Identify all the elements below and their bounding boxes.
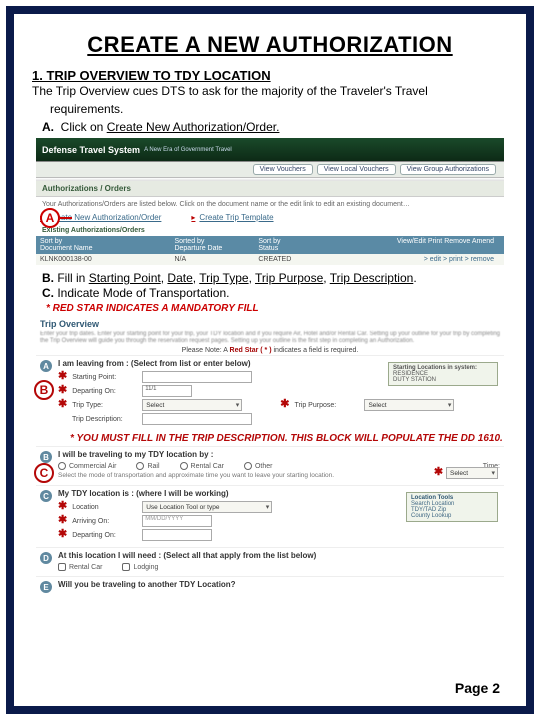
traveling-by-heading: I will be traveling to my TDY location b… — [58, 450, 500, 459]
departing-on-input[interactable]: 11/1 — [142, 385, 192, 397]
nav-local-vouchers[interactable]: View Local Vouchers — [317, 164, 396, 175]
starting-locations-box: Starting Locations in system: RESIDENCE … — [388, 362, 498, 386]
screenshot-trip-overview: Trip Overview Enter your trip dates. Ent… — [36, 317, 504, 596]
location-tools-box: Location Tools Search Location TDY/TAD Z… — [406, 492, 498, 522]
trip-desc-input[interactable] — [142, 413, 252, 425]
trip-desc-warning: * YOU MUST FILL IN THE TRIP DESCRIPTION.… — [70, 433, 504, 444]
existing-auth-label: Existing Authorizations/Orders — [36, 225, 504, 236]
star-icon: ✱ — [434, 466, 443, 478]
screenshot-dts-orders: Defense Travel System A New Era of Gover… — [36, 138, 504, 265]
auth-panel-desc: Your Authorizations/Orders are listed be… — [36, 197, 504, 210]
section-heading: 1. TRIP OVERVIEW TO TDY LOCATION — [32, 68, 508, 83]
departing-on-label: Departing On: — [72, 388, 138, 395]
trip-purpose-select[interactable]: Select — [364, 399, 454, 411]
step-chip-e: E — [40, 581, 52, 593]
location-label: Location — [72, 504, 138, 511]
nav-group-auth[interactable]: View Group Authorizations — [400, 164, 496, 175]
location-input[interactable]: Use Location Tool or type — [142, 501, 272, 513]
need-rental-car[interactable]: Rental Car — [58, 563, 102, 571]
mode-other[interactable]: Other — [244, 462, 273, 470]
step-b: B. Fill in Starting Point, Date, Trip Ty… — [32, 271, 508, 285]
trip-purpose-label: Trip Purpose: — [294, 402, 360, 409]
trip-type-select[interactable]: Select — [142, 399, 242, 411]
star-icon: ✱ — [58, 518, 67, 524]
arriving-on-label: Arriving On: — [72, 518, 138, 525]
star-icon: ✱ — [58, 402, 67, 408]
star-icon: ✱ — [58, 504, 67, 510]
another-tdy-heading: Will you be traveling to another TDY Loc… — [58, 580, 500, 589]
callout-a: A — [40, 208, 60, 228]
starting-point-input[interactable] — [142, 371, 252, 383]
page-number: Page 2 — [455, 680, 500, 696]
departing-on-label-2: Departing On: — [72, 532, 138, 539]
starting-point-label: Starting Point: — [72, 374, 138, 381]
auth-panel-title: Authorizations / Orders — [36, 181, 504, 197]
departing-on-input-2[interactable] — [142, 529, 212, 541]
star-icon: ✱ — [280, 402, 289, 408]
mode-air[interactable]: Commercial Air — [58, 462, 116, 470]
step-chip-c: C — [40, 490, 52, 502]
callout-b: B — [34, 380, 54, 400]
mode-rail[interactable]: Rail — [136, 462, 159, 470]
page-title: CREATE A NEW AUTHORIZATION — [32, 32, 508, 58]
step-c: C. Indicate Mode of Transportation. — [32, 286, 508, 300]
star-icon: ✱ — [58, 532, 67, 538]
trip-overview-title: Trip Overview — [36, 317, 504, 331]
auth-table-header: Sort byDocument Name Sorted byDeparture … — [36, 236, 504, 254]
table-row[interactable]: KLNK000138-00 N/A CREATED > edit > print… — [36, 254, 504, 265]
trip-desc-label: Trip Description: — [72, 416, 138, 423]
time-select[interactable]: Select — [446, 467, 498, 479]
step-chip-d: D — [40, 552, 52, 564]
intro-line1: The Trip Overview cues DTS to ask for th… — [32, 84, 508, 99]
step-chip-a: A — [40, 360, 52, 372]
intro-line2: requirements. — [32, 102, 508, 117]
red-star-note: * RED STAR INDICATES A MANDATORY FILL — [46, 303, 508, 314]
star-icon: ✱ — [58, 374, 67, 380]
dts-navbar: View Vouchers View Local Vouchers View G… — [36, 162, 504, 178]
step-a: A. Click on Create New Authorization/Ord… — [32, 120, 508, 134]
callout-c: C — [34, 463, 54, 483]
trip-type-label: Trip Type: — [72, 402, 138, 409]
step-chip-b: B — [40, 451, 52, 463]
create-trip-template-link[interactable]: Create Trip Template — [199, 213, 273, 222]
need-at-location-heading: At this location I will need : (Select a… — [58, 551, 500, 560]
dts-logo: Defense Travel System — [42, 145, 140, 155]
need-lodging[interactable]: Lodging — [122, 563, 158, 571]
trip-overview-desc: Enter your trip dates. Enter your starti… — [36, 331, 504, 346]
red-star-inline-note: Please Note: A Red Star ( * ) indicates … — [36, 346, 504, 355]
star-icon: ✱ — [58, 388, 67, 394]
mode-rental[interactable]: Rental Car — [180, 462, 224, 470]
nav-vouchers[interactable]: View Vouchers — [253, 164, 313, 175]
arriving-on-input[interactable]: MM/DD/YYYY — [142, 515, 212, 527]
